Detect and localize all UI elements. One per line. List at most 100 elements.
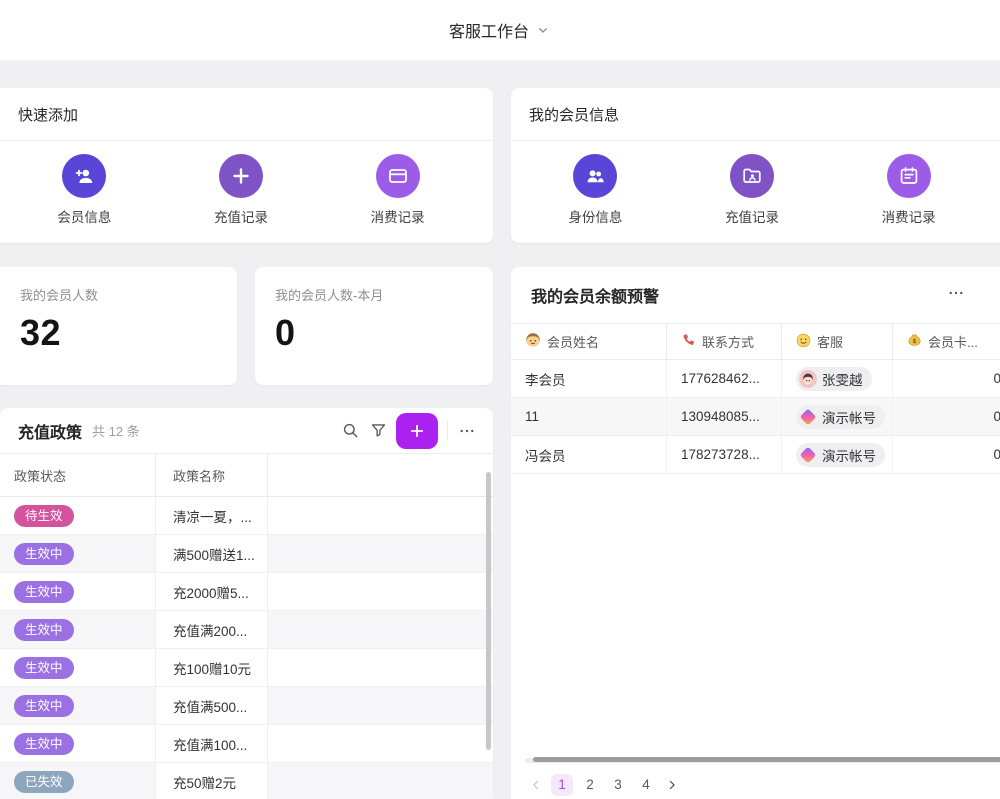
- add-record-button[interactable]: [396, 413, 438, 449]
- quick-add-card: 快速添加 会员信息 充值记录 消费记录: [0, 88, 493, 243]
- quick-add-consume-record[interactable]: 消费记录: [319, 154, 476, 226]
- agent-cell[interactable]: 演示帐号: [782, 398, 893, 435]
- page-button-2[interactable]: 2: [579, 774, 601, 796]
- contact-cell[interactable]: 177628462...: [667, 360, 782, 397]
- top-bar: 客服工作台: [0, 0, 1000, 61]
- balance-warning-title: 我的会员余额预警: [531, 283, 947, 307]
- agent-pill: 张雯越: [796, 367, 872, 391]
- agent-pill: 演示帐号: [796, 405, 885, 429]
- recharge-policy-title: 充值政策: [18, 419, 82, 443]
- people-icon: [573, 154, 617, 198]
- workspace-title: 客服工作台: [449, 18, 529, 42]
- search-icon[interactable]: [336, 417, 364, 445]
- status-badge: 生效中: [14, 543, 74, 565]
- stat-member-count-value: 32: [20, 312, 217, 354]
- balance-cell[interactable]: 0: [893, 436, 1000, 473]
- my-member-info-card: 我的会员信息 身份信息 充值记录 消费记录: [511, 88, 1000, 243]
- agent-pill: 演示帐号: [796, 443, 885, 467]
- policy-row[interactable]: 待生效 清凉一夏，...: [0, 497, 493, 535]
- status-badge: 待生效: [14, 505, 74, 527]
- member-face-icon: [525, 332, 541, 351]
- vertical-scrollbar[interactable]: [486, 472, 491, 750]
- agent-column-header[interactable]: 客服: [782, 324, 893, 359]
- policy-status-column-header[interactable]: 政策状态: [0, 466, 155, 485]
- agent-cell[interactable]: 张雯越: [782, 360, 893, 397]
- page-button-1[interactable]: 1: [551, 774, 573, 796]
- recharge-policy-count: 共 12 条: [92, 421, 140, 440]
- status-badge: 生效中: [14, 695, 74, 717]
- quick-add-consume-record-label: 消费记录: [371, 206, 425, 226]
- policy-row[interactable]: 生效中 满500赠送1...: [0, 535, 493, 573]
- warning-row[interactable]: 11 130948085... 演示帐号 0: [511, 398, 1000, 436]
- member-name-cell[interactable]: 李会员: [511, 360, 667, 397]
- policy-row[interactable]: 生效中 充2000赠5...: [0, 573, 493, 611]
- status-badge: 生效中: [14, 619, 74, 641]
- balance-warning-card: 我的会员余额预警 会员姓名 联系方式 客服 $ 会员卡: [511, 267, 1000, 799]
- agent-cell[interactable]: 演示帐号: [782, 436, 893, 473]
- filter-icon[interactable]: [364, 417, 392, 445]
- policy-row[interactable]: 生效中 充100赠10元: [0, 649, 493, 687]
- member-card-column-header[interactable]: $ 会员卡...: [893, 324, 1000, 359]
- member-name-cell[interactable]: 冯会员: [511, 436, 667, 473]
- member-identity-info[interactable]: 身份信息: [517, 154, 674, 226]
- page-button-4[interactable]: 4: [635, 774, 657, 796]
- more-icon[interactable]: [453, 417, 481, 445]
- warning-table-header: 会员姓名 联系方式 客服 $ 会员卡...: [511, 323, 1000, 360]
- warning-row[interactable]: 冯会员 178273728... 演示帐号 0: [511, 436, 1000, 474]
- member-consume-record[interactable]: 消费记录: [830, 154, 987, 226]
- policy-row[interactable]: 生效中 充值满100...: [0, 725, 493, 763]
- pagination: 1 2 3 4: [527, 773, 681, 797]
- plus-icon: [219, 154, 263, 198]
- policy-table-header: 政策状态 政策名称: [0, 454, 493, 497]
- quick-add-member-info[interactable]: 会员信息: [6, 154, 163, 226]
- next-page-icon[interactable]: [663, 774, 681, 796]
- more-icon[interactable]: [947, 284, 965, 307]
- status-badge: 生效中: [14, 657, 74, 679]
- policy-row[interactable]: 生效中 充值满200...: [0, 611, 493, 649]
- policy-name-column-header[interactable]: 政策名称: [155, 454, 268, 496]
- chevron-down-icon[interactable]: [535, 22, 551, 38]
- member-name-column-header[interactable]: 会员姓名: [511, 324, 667, 359]
- member-recharge-record[interactable]: 充值记录: [674, 154, 831, 226]
- member-identity-info-label: 身份信息: [568, 206, 622, 226]
- policy-name-cell[interactable]: 充值满200...: [155, 611, 268, 648]
- member-name-cell[interactable]: 11: [511, 398, 667, 435]
- previous-page-icon[interactable]: [527, 774, 545, 796]
- policy-name-cell[interactable]: 满500赠送1...: [155, 535, 268, 572]
- horizontal-scrollbar[interactable]: [533, 757, 1000, 762]
- balance-cell[interactable]: 0: [893, 360, 1000, 397]
- stat-member-count-month-label: 我的会员人数-本月: [275, 285, 473, 304]
- credit-card-icon: [376, 154, 420, 198]
- contact-column-header[interactable]: 联系方式: [667, 324, 782, 359]
- contact-cell[interactable]: 178273728...: [667, 436, 782, 473]
- status-badge: 生效中: [14, 733, 74, 755]
- svg-text:$: $: [912, 338, 916, 345]
- gem-avatar: [799, 446, 817, 464]
- contact-cell[interactable]: 130948085...: [667, 398, 782, 435]
- phone-icon: [681, 333, 696, 351]
- page-button-3[interactable]: 3: [607, 774, 629, 796]
- policy-name-cell[interactable]: 充值满500...: [155, 687, 268, 724]
- policy-row[interactable]: 生效中 充值满500...: [0, 687, 493, 725]
- policy-name-cell[interactable]: 充2000赠5...: [155, 573, 268, 610]
- policy-name-cell[interactable]: 充50赠2元: [155, 763, 268, 799]
- girl-avatar: [799, 370, 817, 388]
- policy-row[interactable]: 已失效 充50赠2元: [0, 763, 493, 799]
- gem-avatar: [799, 408, 817, 426]
- folder-person-icon: [730, 154, 774, 198]
- person-add-icon: [62, 154, 106, 198]
- policy-name-cell[interactable]: 充100赠10元: [155, 649, 268, 686]
- balance-cell[interactable]: 0: [893, 398, 1000, 435]
- warning-row[interactable]: 李会员 177628462... 张雯越 0: [511, 360, 1000, 398]
- status-badge: 已失效: [14, 771, 74, 793]
- quick-add-recharge-record[interactable]: 充值记录: [163, 154, 320, 226]
- policy-name-cell[interactable]: 清凉一夏，...: [155, 497, 268, 534]
- policy-name-cell[interactable]: 充值满100...: [155, 725, 268, 762]
- toolbar-divider: [447, 421, 448, 441]
- recharge-policy-card: 充值政策 共 12 条 政策状态 政策名称 待生效 清凉一夏，... 生效中 满…: [0, 408, 493, 799]
- quick-add-member-info-label: 会员信息: [57, 206, 111, 226]
- stat-member-count-label: 我的会员人数: [20, 285, 217, 304]
- member-recharge-record-label: 充值记录: [725, 206, 779, 226]
- member-consume-record-label: 消费记录: [882, 206, 936, 226]
- calendar-icon: [887, 154, 931, 198]
